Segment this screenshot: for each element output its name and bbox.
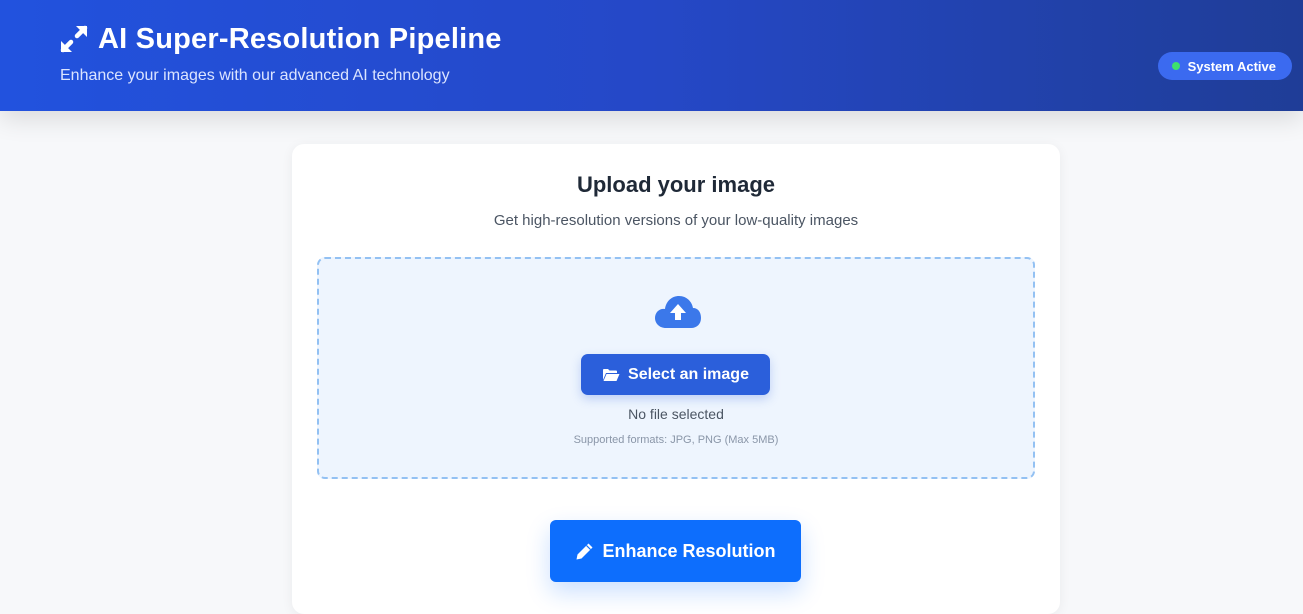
enhance-resolution-label: Enhance Resolution xyxy=(602,540,776,561)
status-dot-icon xyxy=(1171,62,1180,70)
upload-title: Upload your image xyxy=(576,172,776,197)
upload-card: Upload your image Get high-resolution ve… xyxy=(292,144,1060,614)
supported-formats-note: Supported formats: JPG, PNG (Max 5MB) xyxy=(573,434,779,446)
enhance-resolution-button[interactable]: Enhance Resolution xyxy=(550,520,801,582)
image-dropzone[interactable]: Select an image No file selected Support… xyxy=(317,257,1035,479)
pencil-icon xyxy=(575,542,594,561)
upload-subtitle: Get high-resolution versions of your low… xyxy=(493,212,859,229)
expand-arrows-icon xyxy=(58,23,90,55)
select-image-button[interactable]: Select an image xyxy=(581,354,770,395)
folder-open-icon xyxy=(602,368,620,382)
file-status-text: No file selected xyxy=(628,406,724,422)
cloud-upload-icon xyxy=(654,294,702,330)
select-image-label: Select an image xyxy=(628,365,749,383)
app-subtitle: Enhance your images with our advanced AI… xyxy=(60,67,450,84)
status-label: System Active xyxy=(1187,58,1276,74)
app-header: AI Super-Resolution Pipeline Enhance you… xyxy=(0,0,1303,111)
brand: AI Super-Resolution Pipeline xyxy=(58,22,502,56)
app-title: AI Super-Resolution Pipeline xyxy=(98,23,502,55)
system-status-badge: System Active xyxy=(1157,52,1292,80)
